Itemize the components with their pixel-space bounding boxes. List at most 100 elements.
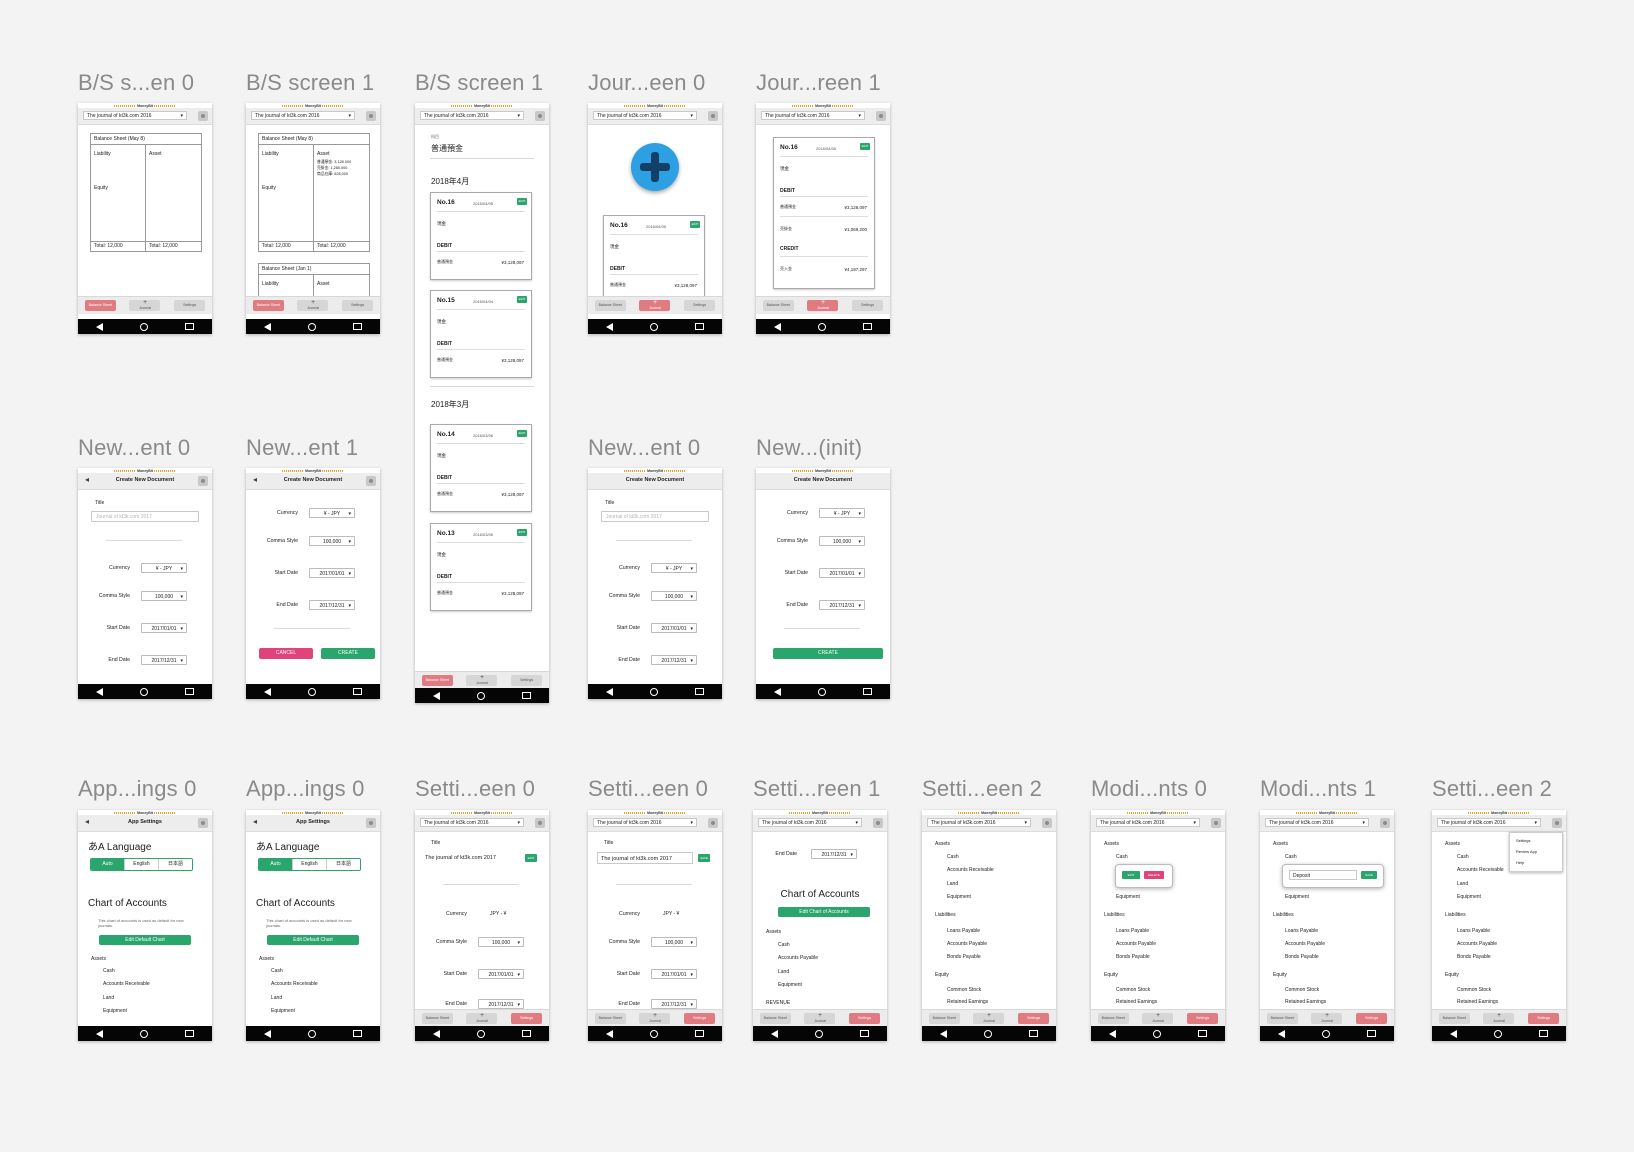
- tab-balance-sheet[interactable]: Balance Sheet: [928, 1013, 960, 1024]
- account-item[interactable]: Common Stock: [1457, 987, 1491, 993]
- account-item[interactable]: Bonds Payable: [1285, 954, 1319, 960]
- comma-style-select[interactable]: 100,000 ▾: [651, 937, 697, 947]
- tab-journal[interactable]: + Journal: [1311, 1013, 1343, 1024]
- save-title-button[interactable]: SAVE: [698, 854, 710, 862]
- recents-nav-icon[interactable]: [1366, 1030, 1376, 1037]
- tab-journal[interactable]: + Journal: [807, 300, 839, 311]
- account-item[interactable]: Equipment: [103, 1008, 127, 1014]
- journal-select[interactable]: The journal of kt3k.com 2016 ▾: [593, 111, 697, 120]
- currency-select[interactable]: ¥ - JPY ▾: [141, 563, 187, 573]
- home-nav-icon[interactable]: [814, 1029, 823, 1038]
- account-item[interactable]: Loans Payable: [1457, 928, 1490, 934]
- gear-icon[interactable]: [535, 818, 545, 828]
- gear-icon[interactable]: [198, 818, 208, 828]
- gear-icon[interactable]: [708, 111, 718, 121]
- home-nav-icon[interactable]: [139, 322, 148, 331]
- account-item[interactable]: Equipment: [271, 1008, 295, 1014]
- end-date-select[interactable]: 2017/12/31 ▾: [309, 600, 355, 610]
- account-item[interactable]: Loans Payable: [1285, 928, 1318, 934]
- journal-select[interactable]: The journal of kt3k.com 2016 ▾: [761, 111, 865, 120]
- start-date-select[interactable]: 2017/01/01 ▾: [141, 623, 187, 633]
- account-item[interactable]: Accounts Payable: [1285, 941, 1325, 947]
- start-date-select[interactable]: 2017/01/01 ▾: [651, 969, 697, 979]
- home-nav-icon[interactable]: [649, 687, 658, 696]
- gear-icon[interactable]: [1380, 818, 1390, 828]
- edit-account-button[interactable]: EDIT: [1122, 871, 1140, 879]
- account-item[interactable]: Equipment: [1457, 894, 1481, 900]
- tab-balance-sheet[interactable]: Balance Sheet: [252, 300, 284, 311]
- account-item[interactable]: Retained Earnings: [1116, 999, 1157, 1005]
- tab-balance-sheet[interactable]: Balance Sheet: [594, 1013, 626, 1024]
- gear-icon[interactable]: [1552, 818, 1562, 828]
- tab-journal[interactable]: + Journal: [1142, 1013, 1174, 1024]
- gear-icon[interactable]: [366, 476, 376, 486]
- recents-nav-icon[interactable]: [521, 692, 531, 699]
- tab-journal[interactable]: + Journal: [639, 1013, 671, 1024]
- tab-balance-sheet[interactable]: Balance Sheet: [1438, 1013, 1470, 1024]
- currency-select[interactable]: ¥ - JPY ▾: [651, 563, 697, 573]
- recents-nav-icon[interactable]: [521, 1030, 531, 1037]
- save-account-button[interactable]: SAVE: [1361, 871, 1377, 879]
- account-item[interactable]: Equipment: [1285, 894, 1309, 900]
- comma-style-select[interactable]: 100,000 ▾: [141, 591, 187, 601]
- home-nav-icon[interactable]: [817, 687, 826, 696]
- cancel-button[interactable]: CANCEL: [259, 648, 313, 659]
- tab-journal[interactable]: + Journal: [1483, 1013, 1515, 1024]
- edit-chart-button[interactable]: Edit Chart of Accounts: [778, 907, 870, 917]
- tab-balance-sheet[interactable]: Balance Sheet: [421, 675, 453, 686]
- journal-select[interactable]: The journal of kt3k.com 2016 ▾: [83, 111, 187, 120]
- recents-nav-icon[interactable]: [352, 688, 362, 695]
- account-item[interactable]: Cash: [778, 942, 790, 948]
- recents-nav-icon[interactable]: [352, 1030, 362, 1037]
- tab-balance-sheet[interactable]: Balance Sheet: [1097, 1013, 1129, 1024]
- home-nav-icon[interactable]: [476, 1029, 485, 1038]
- account-item[interactable]: Cash: [271, 968, 283, 974]
- account-item[interactable]: Land: [778, 969, 789, 975]
- lang-japanese-option[interactable]: 日本語: [158, 859, 192, 870]
- account-item[interactable]: Loans Payable: [1116, 928, 1149, 934]
- language-toggle[interactable]: Auto English 日本語: [90, 858, 193, 871]
- back-nav-icon[interactable]: [774, 322, 782, 331]
- tab-balance-sheet[interactable]: Balance Sheet: [421, 1013, 453, 1024]
- account-item[interactable]: Common Stock: [1285, 987, 1319, 993]
- recents-nav-icon[interactable]: [859, 1030, 869, 1037]
- journal-select[interactable]: The journal of kt3k.com 2016 ▾: [1265, 818, 1369, 827]
- account-item[interactable]: Equipment: [778, 982, 802, 988]
- start-date-select[interactable]: 2017/01/01 ▾: [478, 969, 524, 979]
- recents-nav-icon[interactable]: [694, 688, 704, 695]
- edit-title-button[interactable]: EDIT: [525, 854, 537, 862]
- tab-settings[interactable]: Settings: [684, 300, 716, 311]
- edit-button[interactable]: EDIT: [517, 198, 527, 205]
- tab-journal[interactable]: + Journal: [466, 1013, 498, 1024]
- tab-settings[interactable]: Settings: [511, 675, 543, 686]
- back-nav-icon[interactable]: [1278, 1029, 1286, 1038]
- back-nav-icon[interactable]: [771, 1029, 779, 1038]
- home-nav-icon[interactable]: [307, 687, 316, 696]
- gear-icon[interactable]: [876, 111, 886, 121]
- tab-settings[interactable]: Settings: [511, 1013, 543, 1024]
- tab-settings[interactable]: Settings: [1187, 1013, 1219, 1024]
- comma-style-select[interactable]: 100,000 ▾: [819, 536, 865, 546]
- recents-nav-icon[interactable]: [862, 323, 872, 330]
- account-item[interactable]: Retained Earnings: [1457, 999, 1498, 1005]
- journal-select[interactable]: The journal of kt3k.com 2016 ▾: [758, 818, 862, 827]
- journal-select[interactable]: The journal of kt3k.com 2016 ▾: [593, 818, 697, 827]
- gear-icon[interactable]: [366, 111, 376, 121]
- tab-settings[interactable]: Settings: [1356, 1013, 1388, 1024]
- back-nav-icon[interactable]: [96, 1029, 104, 1038]
- lang-japanese-option[interactable]: 日本語: [326, 859, 360, 870]
- edit-button[interactable]: EDIT: [860, 143, 870, 150]
- back-nav-icon[interactable]: [606, 322, 614, 331]
- tab-balance-sheet[interactable]: Balance Sheet: [594, 300, 626, 311]
- gear-icon[interactable]: [1042, 818, 1052, 828]
- journal-select[interactable]: The journal of kt3k.com 2016 ▾: [251, 111, 355, 120]
- account-item[interactable]: Retained Earnings: [1285, 999, 1326, 1005]
- account-item[interactable]: Land: [947, 881, 958, 887]
- recents-nav-icon[interactable]: [1197, 1030, 1207, 1037]
- journal-entry-card[interactable]: No.15 2016/04/04 EDIT 現金 DEBIT 普通預金 ¥3,12…: [430, 290, 532, 378]
- edit-button[interactable]: EDIT: [517, 430, 527, 437]
- home-nav-icon[interactable]: [649, 322, 658, 331]
- account-item[interactable]: Cash: [947, 854, 959, 860]
- title-input[interactable]: Journal of kt3k.com 2017: [91, 511, 199, 522]
- menu-item-help[interactable]: Help: [1516, 860, 1524, 865]
